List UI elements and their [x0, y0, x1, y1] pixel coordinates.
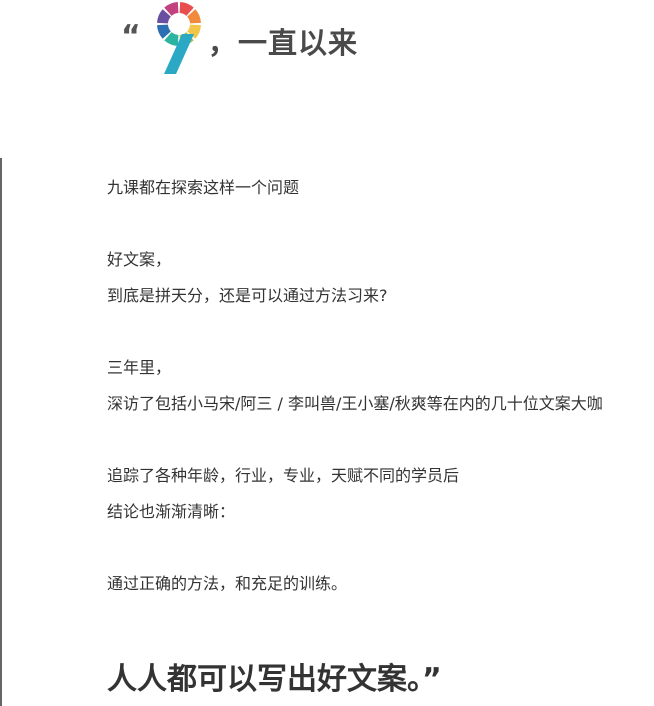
body-line-7: 结论也渐渐清晰：	[107, 502, 236, 521]
open-quote-mark: “	[121, 19, 141, 54]
left-divider-line	[0, 158, 2, 706]
body-line-1: 九课都在探索这样一个问题	[107, 178, 300, 197]
headline: ，一直以来	[208, 26, 359, 60]
closing-statement: 人人都可以写出好文案。”	[107, 662, 442, 697]
body-line-3: 到底是拼天分，还是可以通过方法习来?	[107, 286, 388, 305]
body-text: 九课都在探索这样一个问题 好文案， 到底是拼天分，还是可以通过方法习来? 三年里…	[107, 170, 654, 602]
body-line-6: 追踪了各种年龄，行业，专业，天赋不同的学员后	[107, 466, 460, 485]
nine-color-wheel-logo	[157, 2, 201, 74]
body-line-5: 深访了包括小马宋/阿三 / 李叫兽/王小塞/秋爽等在内的几十位文案大咖	[107, 394, 603, 413]
body-line-8: 通过正确的方法，和充足的训练。	[107, 574, 348, 593]
body-line-2: 好文案，	[107, 250, 172, 269]
body-line-4: 三年里，	[107, 358, 172, 377]
